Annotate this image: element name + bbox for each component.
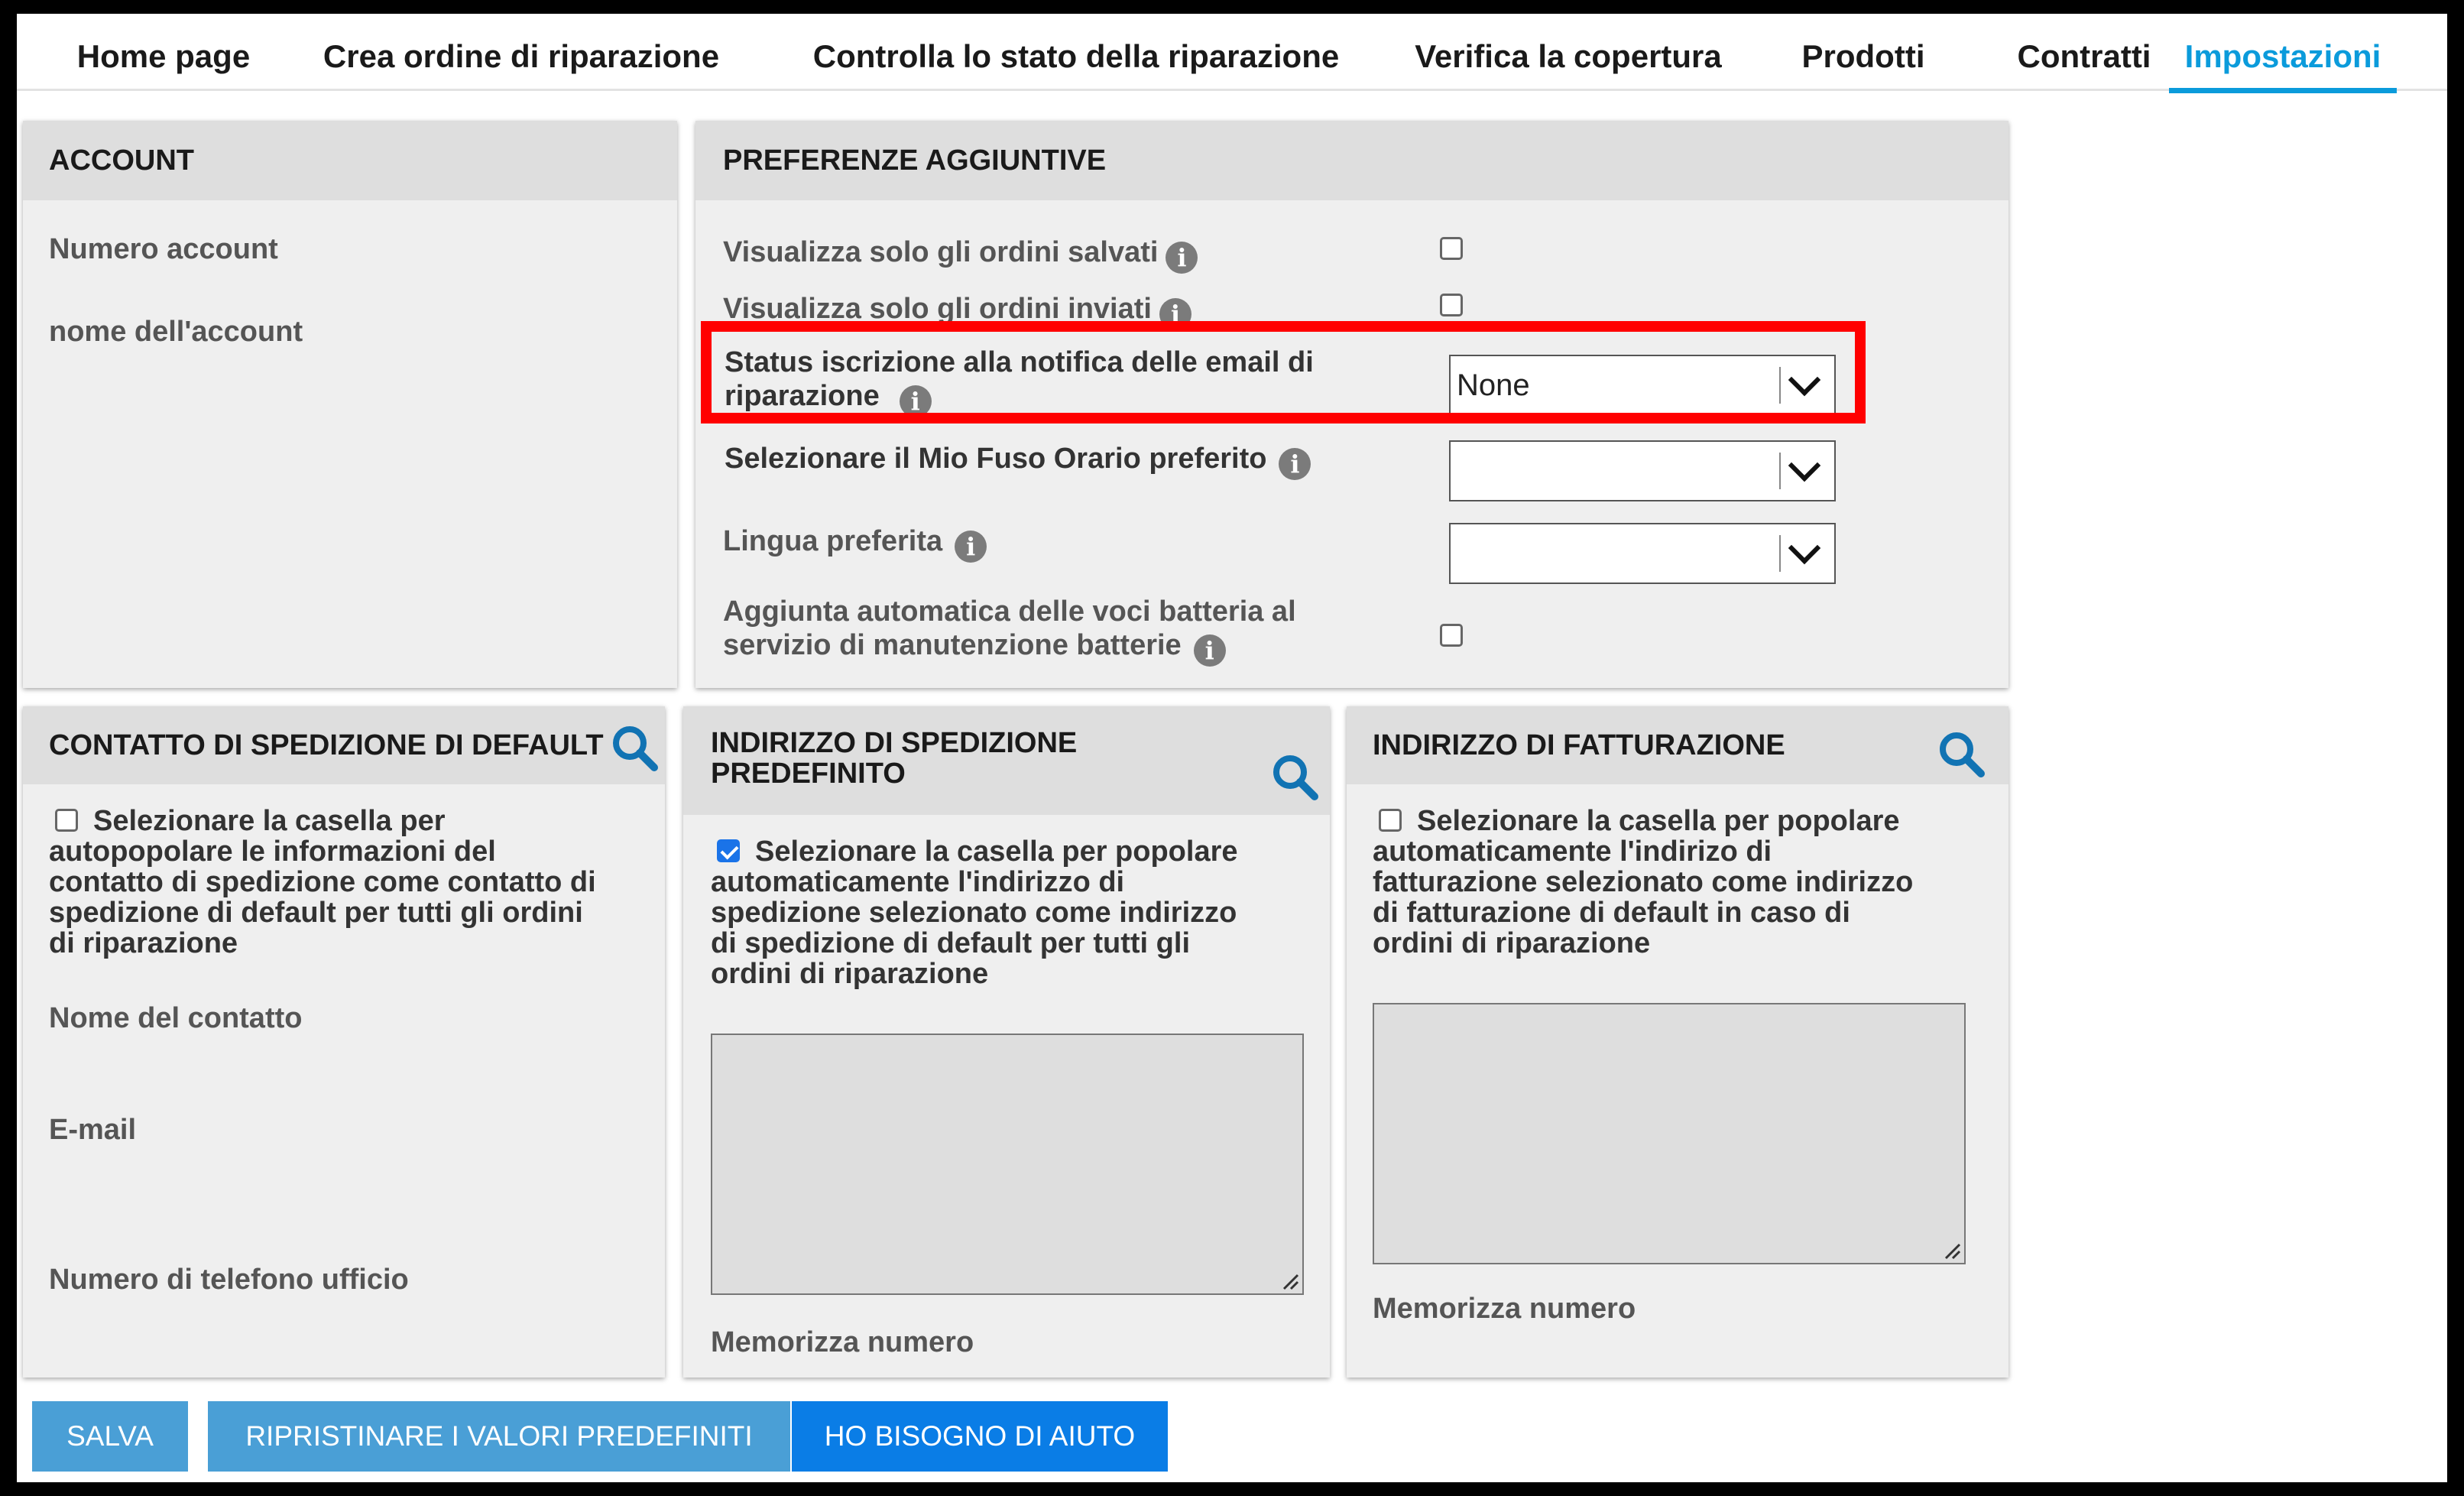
account-name-label: nome dell'account xyxy=(49,316,303,348)
info-icon[interactable]: i xyxy=(955,531,987,563)
preferences-panel-title: PREFERENZE AGGIUNTIVE xyxy=(695,121,2008,200)
account-number-label: Numero account xyxy=(49,233,278,265)
timezone-label: Selezionare il Mio Fuso Orario preferito xyxy=(725,443,1267,475)
timezone-row: Selezionare il Mio Fuso Orario preferito… xyxy=(725,442,1311,480)
sent-orders-label: Visualizza solo gli ordini inviati xyxy=(723,293,1152,325)
shipping-address-panel: INDIRIZZO DI SPEDIZIONE PREDEFINITO Sele… xyxy=(683,706,1330,1378)
saved-orders-row: Visualizza solo gli ordini salvati i xyxy=(723,235,1198,274)
contact-email-label: E-mail xyxy=(49,1114,137,1146)
account-panel: ACCOUNT Numero account nome dell'account xyxy=(23,121,677,688)
shipping-store-number-label: Memorizza numero xyxy=(711,1326,974,1358)
billing-address-title: INDIRIZZO DI FATTURAZIONE xyxy=(1347,706,2008,784)
chevron-down-icon xyxy=(1788,449,1821,482)
tab-create-repair-order[interactable]: Crea ordine di riparazione xyxy=(313,24,729,89)
billing-address-textarea[interactable] xyxy=(1373,1003,1966,1264)
battery-row: Aggiunta automatica delle voci batteria … xyxy=(723,595,1296,667)
sent-orders-checkbox[interactable] xyxy=(1440,294,1463,316)
shipping-contact-panel: CONTATTO DI SPEDIZIONE DI DEFAULT Selezi… xyxy=(23,706,665,1378)
saved-orders-label: Visualizza solo gli ordini salvati xyxy=(723,236,1159,268)
account-panel-title: ACCOUNT xyxy=(23,121,677,200)
language-row: Lingua preferita i xyxy=(723,524,987,563)
shipping-contact-title: CONTATTO DI SPEDIZIONE DI DEFAULT xyxy=(23,706,665,784)
shipping-contact-checkbox-text: Selezionare la casella per autopopolare … xyxy=(49,805,596,959)
battery-label-line2: servizio di manutenzione batterie xyxy=(723,629,1182,661)
tab-repair-status[interactable]: Controlla lo stato della riparazione xyxy=(792,24,1360,89)
resize-handle-icon[interactable] xyxy=(1279,1270,1299,1290)
help-button[interactable]: HO BISOGNO DI AIUTO xyxy=(792,1401,1168,1472)
search-icon[interactable] xyxy=(1937,729,1986,778)
info-icon[interactable]: i xyxy=(1279,448,1311,480)
tab-home[interactable]: Home page xyxy=(67,24,260,89)
battery-checkbox[interactable] xyxy=(1440,624,1463,647)
tab-check-coverage[interactable]: Verifica la copertura xyxy=(1409,24,1727,89)
shipping-address-title: INDIRIZZO DI SPEDIZIONE PREDEFINITO xyxy=(683,706,1330,815)
tab-settings[interactable]: Impostazioni xyxy=(2169,24,2397,93)
reset-defaults-button[interactable]: RIPRISTINARE I VALORI PREDEFINITI xyxy=(208,1401,790,1472)
tab-contracts[interactable]: Contratti xyxy=(1992,24,2177,89)
tab-products[interactable]: Prodotti xyxy=(1793,24,1934,89)
saved-orders-checkbox[interactable] xyxy=(1440,237,1463,260)
billing-address-checkbox-text: Selezionare la casella per popolare auto… xyxy=(1373,805,1914,959)
language-label: Lingua preferita xyxy=(723,525,943,557)
search-icon[interactable] xyxy=(1270,752,1319,801)
language-select[interactable] xyxy=(1449,523,1836,584)
resize-handle-icon[interactable] xyxy=(1941,1240,1961,1260)
top-navigation: Home page Crea ordine di riparazione Con… xyxy=(17,14,2447,93)
highlight-box xyxy=(701,321,1866,423)
battery-label-line1: Aggiunta automatica delle voci batteria … xyxy=(723,595,1296,628)
settings-page: Home page Crea ordine di riparazione Con… xyxy=(17,14,2447,1482)
chevron-down-icon xyxy=(1788,531,1821,565)
info-icon[interactable]: i xyxy=(1193,634,1226,667)
shipping-address-textarea[interactable] xyxy=(711,1034,1304,1295)
shipping-address-checkbox-text: Selezionare la casella per popolare auto… xyxy=(711,836,1238,990)
contact-name-label: Nome del contatto xyxy=(49,1002,303,1034)
save-button[interactable]: SALVA xyxy=(32,1401,188,1472)
contact-phone-label: Numero di telefono ufficio xyxy=(49,1264,409,1296)
billing-store-number-label: Memorizza numero xyxy=(1373,1293,1636,1325)
timezone-select[interactable] xyxy=(1449,440,1836,501)
search-icon[interactable] xyxy=(610,723,659,772)
info-icon[interactable]: i xyxy=(1166,242,1198,274)
billing-address-panel: INDIRIZZO DI FATTURAZIONE Selezionare la… xyxy=(1347,706,2008,1378)
